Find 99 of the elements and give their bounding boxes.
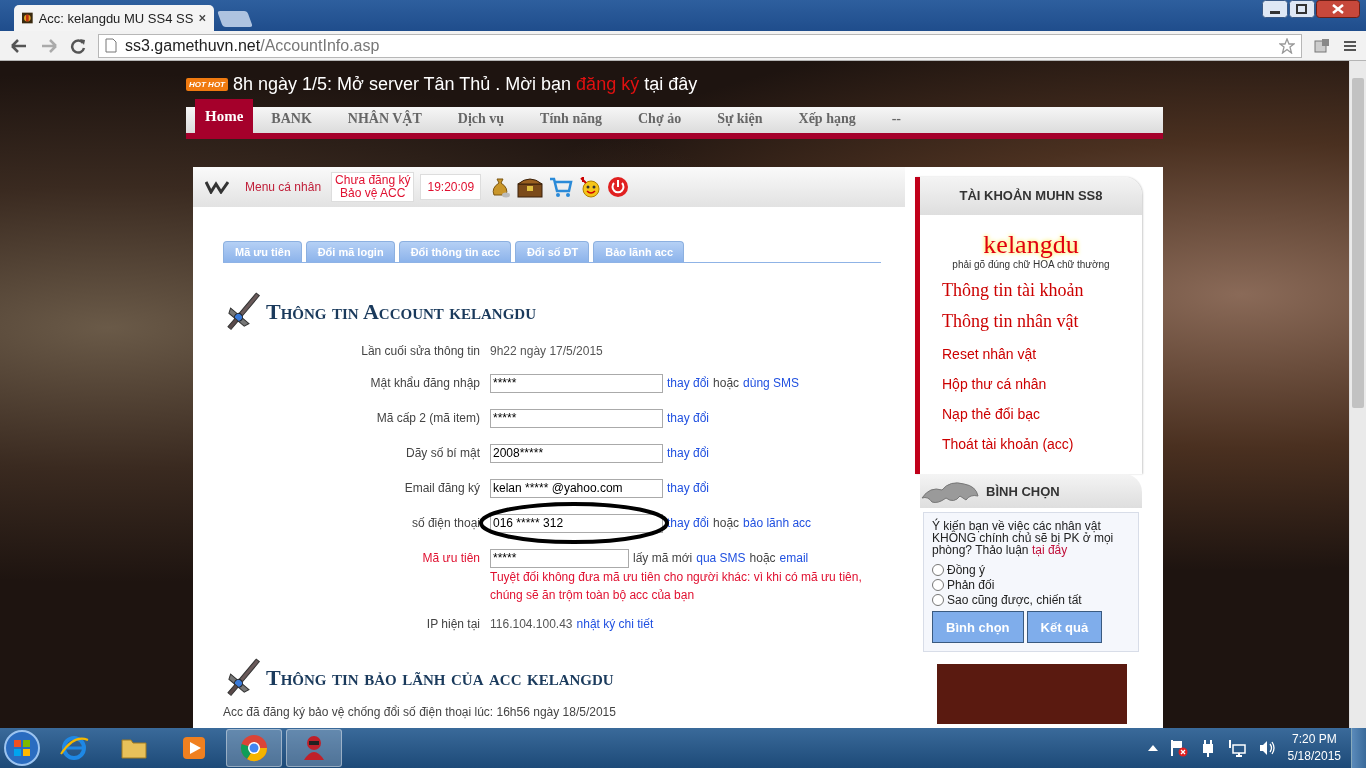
power-icon[interactable]	[607, 176, 630, 198]
address-bar[interactable]: ss3.gamethuvn.net/AccountInfo.asp	[98, 33, 1302, 58]
minimize-icon[interactable]	[1262, 0, 1288, 18]
close-icon[interactable]	[1316, 0, 1360, 18]
nav-item[interactable]: Tính năng	[522, 107, 620, 133]
field-label: Mã cấp 2 (mã item)	[375, 410, 481, 427]
extension-icon[interactable]	[1314, 37, 1330, 54]
action-text: hoặc	[713, 376, 740, 390]
star-icon[interactable]	[1279, 37, 1295, 54]
protect-badge[interactable]: Chưa đăng ký Bảo vệ ACC	[331, 172, 415, 202]
option-label: Phản đối	[947, 577, 995, 592]
field-label: Mã ưu tiên	[421, 550, 481, 567]
discussion-link[interactable]: tại đây	[1031, 543, 1068, 557]
action-link[interactable]: thay đổi	[667, 481, 710, 495]
guarantee-note: Acc đã đăng ký bảo vệ chống đổi số điện thoại lúc: 16h56 ngày 18/5/2015	[223, 705, 617, 719]
section-title: Thông tin bảo lãnh của acc kelangdu	[266, 665, 614, 691]
action-link[interactable]: qua SMS	[696, 551, 746, 565]
radio-button[interactable]	[932, 563, 944, 576]
field-label: Lần cuối sửa thông tin	[360, 343, 481, 360]
hot-badge: HOT HOT	[186, 77, 228, 91]
option-label: Đồng ý	[947, 562, 986, 577]
poll-question: Ý kiến bạn về việc các nhân vật KHÔNG chính chủ sẽ bị PK ở mọi phòng? Thảo luận tại đây	[932, 520, 1115, 556]
hint-text: phải gõ đúng chữ HOA chữ thường	[951, 259, 1111, 270]
flag-icon[interactable]	[1169, 739, 1188, 757]
reload-icon[interactable]	[70, 37, 86, 54]
scrollbar[interactable]	[1349, 61, 1366, 728]
account-menu-link[interactable]: Reset nhân vật	[942, 346, 1142, 362]
field-label: số điện thoại	[410, 515, 481, 532]
panel-header: TÀI KHOẢN MUHN SS8	[920, 177, 1142, 215]
speaker-icon[interactable]	[1257, 739, 1276, 757]
account-menu-link[interactable]: Thông tin tài khoản	[942, 280, 1142, 301]
field-label: IP hiện tại	[425, 616, 481, 633]
announcement-text: tại đây	[644, 73, 698, 95]
account-menu-link[interactable]: Hộp thư cá nhân	[942, 376, 1142, 392]
username: kelangdu	[982, 231, 1079, 259]
account-menu-link[interactable]: Nạp thẻ đổi bạc	[942, 406, 1142, 422]
register-link[interactable]: đăng ký	[576, 73, 640, 95]
input-field[interactable]: 016 ***** 312	[490, 513, 663, 533]
clock-date: 5/18/2015	[1287, 748, 1341, 765]
action-link[interactable]: bảo lãnh acc	[743, 516, 812, 530]
cart-icon[interactable]	[549, 176, 574, 198]
value-text: 9h22 ngày 17/5/2015	[490, 344, 603, 358]
clock-time: 7:20 PM	[1290, 731, 1338, 748]
maximize-icon[interactable]	[1289, 0, 1315, 18]
value-text: 116.104.100.43	[490, 617, 573, 631]
logo-icon	[205, 180, 229, 194]
action-link[interactable]: dùng SMS	[743, 376, 800, 390]
action-link[interactable]: thay đổi	[667, 446, 710, 460]
action-link[interactable]: thay đổi	[667, 516, 710, 530]
time-display: 19:20:09	[420, 174, 482, 200]
action-link[interactable]: email	[779, 551, 809, 565]
input-field[interactable]: *****	[490, 548, 629, 568]
chrome-icon	[238, 732, 270, 764]
poll-title: BÌNH CHỌN	[986, 483, 1060, 499]
radio-button[interactable]	[932, 593, 944, 606]
scrollbar-thumb[interactable]	[1352, 78, 1364, 408]
field-label: Mật khẩu đăng nhập	[369, 375, 481, 392]
nav-item[interactable]: Xếp hạng	[780, 107, 874, 133]
nav-item[interactable]: Home	[195, 99, 254, 133]
close-icon[interactable]	[199, 13, 206, 23]
field-label: Email đăng ký	[403, 480, 481, 497]
smiley-icon[interactable]	[579, 176, 602, 198]
up-arrow-icon[interactable]	[1147, 745, 1158, 751]
input-field[interactable]: 2008*****	[490, 443, 663, 463]
action-link[interactable]: thay đổi	[667, 411, 710, 425]
page-icon	[105, 38, 117, 53]
chest-icon[interactable]	[517, 176, 544, 198]
option-label: Sao cũng được, chiến tất	[947, 592, 1082, 607]
action-text: hoặc	[749, 551, 776, 565]
back-icon[interactable]	[10, 37, 28, 54]
input-field[interactable]: *****	[490, 373, 663, 393]
input-field[interactable]: kelan ***** @yahoo.com	[490, 478, 663, 498]
action-link[interactable]: thay đổi	[667, 376, 710, 390]
account-menu-link[interactable]: Thoát tài khoản (acc)	[942, 436, 1142, 452]
field-label: Dãy số bí mật	[404, 445, 481, 462]
warning-text: Tuyệt đối không đưa mã ưu tiên cho người khác: vì khi có mã ưu tiên, chúng sẽ ăn trộm toàn bộ acc của bạn	[490, 569, 863, 604]
radio-button[interactable]	[932, 578, 944, 591]
menu-link[interactable]: Menu cá nhân	[245, 180, 322, 194]
account-menu-link[interactable]: Thông tin nhân vật	[942, 311, 1142, 332]
start-icon[interactable]	[2, 728, 42, 768]
nav-item[interactable]: Dịch vụ	[439, 107, 523, 133]
section-title: Thông tin Account kelangdu	[266, 299, 537, 325]
announcement-text: 8h ngày 1/5: Mở server Tân Thủ . Mời bạn	[233, 73, 572, 95]
input-field[interactable]: *****	[490, 408, 663, 428]
site-icon	[22, 10, 33, 26]
clock[interactable]: 7:20 PM 5/18/2015	[1287, 731, 1341, 765]
browser-tab[interactable]: Acc: kelangdu MU SS4 SS	[14, 5, 214, 31]
action-link[interactable]: nhật ký chi tiết	[576, 617, 654, 631]
nav-item[interactable]: NHÂN VẬT	[329, 107, 440, 133]
nav-item[interactable]: BANK	[253, 107, 330, 133]
url-text: ss3.gamethuvn.net/AccountInfo.asp	[125, 36, 380, 55]
network-icon[interactable]	[1227, 739, 1246, 757]
nav-item[interactable]: --	[873, 107, 920, 133]
new-tab-button[interactable]	[217, 11, 253, 27]
tab-title: Acc: kelangdu MU SS4 SS	[38, 10, 194, 26]
action-text: lấy mã mới	[633, 551, 693, 565]
action-text: hoặc	[713, 516, 740, 530]
nav-item[interactable]: Sự kiện	[699, 107, 781, 133]
nav-item[interactable]: Chợ ảo	[620, 107, 700, 133]
